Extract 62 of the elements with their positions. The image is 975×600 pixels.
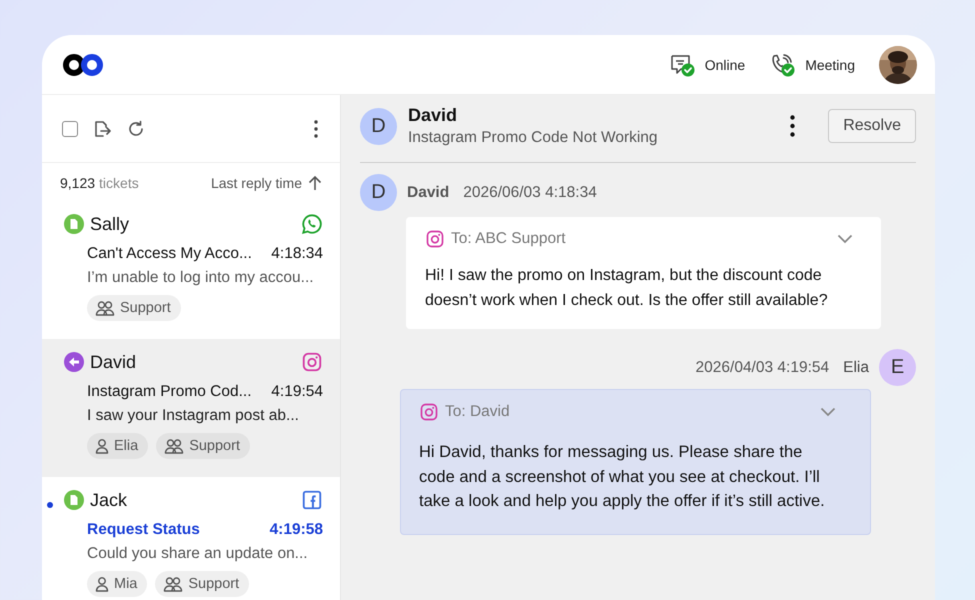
select-all-checkbox[interactable] xyxy=(62,120,78,136)
ticket-time: 4:19:54 xyxy=(271,383,323,401)
instagram-icon xyxy=(301,351,323,373)
message-time: 2026/06/03 4:18:34 xyxy=(463,184,597,202)
more-icon[interactable] xyxy=(790,115,796,137)
ticket-time: 4:18:34 xyxy=(271,245,323,263)
ticket-time: 4:19:58 xyxy=(270,521,323,539)
message-time: 2026/04/03 4:19:54 xyxy=(696,358,830,376)
ticket-count-label: tickets xyxy=(99,175,139,191)
ticket-preview: Could you share an update on... xyxy=(87,545,309,563)
ticket-preview: I’m unable to log into my accou... xyxy=(87,269,315,287)
contact-avatar: D xyxy=(360,108,397,144)
refresh-icon[interactable] xyxy=(126,118,146,138)
document-status-icon xyxy=(64,490,84,510)
arrow-up-icon xyxy=(308,175,322,191)
ticket-count: 9,123 xyxy=(60,175,96,191)
document-status-icon xyxy=(64,214,84,234)
message-text: Hi David, thanks for messaging us. Please share the code and a screenshot of what you see at checkout. I’ll take a look and help you apply the offer if it’s still active. xyxy=(419,442,826,512)
contact-name: David xyxy=(408,105,458,126)
resolve-button[interactable]: Resolve xyxy=(828,109,916,143)
status-label[interactable]: Meeting xyxy=(805,56,855,72)
ticket-subject: Request Status xyxy=(87,521,200,539)
sender-avatar: D xyxy=(360,174,397,211)
contact-name: Jack xyxy=(90,490,128,510)
chat-check-icon xyxy=(668,52,697,76)
person-icon xyxy=(95,576,109,592)
conversation-subject: Instagram Promo Code Not Working xyxy=(408,129,658,147)
ticket-item[interactable]: David Instagram Promo Cod... 4:19:54 I saw your Instagram post ab... Elia Support xyxy=(42,339,340,477)
tag-label: Support xyxy=(188,576,240,592)
sender-name: David xyxy=(407,184,450,202)
tag-label: Support xyxy=(120,300,171,316)
contact-name: David xyxy=(90,352,136,372)
contact-name: Sally xyxy=(90,214,130,234)
ticket-item[interactable]: Sally Can't Access My Acco... 4:18:34 I’m unable to log into my accou... Support xyxy=(42,201,340,339)
chevron-down-icon[interactable] xyxy=(837,234,853,244)
whatsapp-icon xyxy=(301,213,323,235)
tag-label: Elia xyxy=(114,438,138,454)
instagram-icon xyxy=(425,229,445,249)
ticket-item[interactable]: Jack Request Status 4:19:58 Could you share an update on... Mia Support xyxy=(42,477,340,600)
sender-name: Elia xyxy=(843,358,869,376)
people-icon xyxy=(164,438,184,454)
ticket-subject: Instagram Promo Cod... xyxy=(87,383,252,401)
export-icon[interactable] xyxy=(92,118,112,138)
people-icon xyxy=(95,300,115,316)
people-icon xyxy=(163,576,184,592)
tag-label: Mia xyxy=(114,576,138,592)
reply-status-icon xyxy=(64,352,84,372)
person-icon xyxy=(95,438,109,454)
sender-avatar: E xyxy=(879,349,916,386)
sort-button[interactable]: Last reply time xyxy=(210,175,322,191)
status-label[interactable]: Online xyxy=(704,56,746,72)
ticket-subject: Can't Access My Acco... xyxy=(87,245,252,263)
chevron-down-icon[interactable] xyxy=(820,407,836,417)
tag-label: Support xyxy=(189,438,240,454)
facebook-icon xyxy=(301,489,323,511)
recipient-label: To: ABC Support xyxy=(451,230,566,248)
more-icon[interactable] xyxy=(314,120,318,138)
logo xyxy=(62,52,104,78)
message-text: Hi! I saw the promo on Instagram, but the discount code doesn’t work when I check out. Is the offer still available? xyxy=(425,266,829,311)
ticket-preview: I saw your Instagram post ab... xyxy=(87,407,300,425)
recipient-label: To: David xyxy=(445,403,510,421)
instagram-icon xyxy=(419,402,439,422)
